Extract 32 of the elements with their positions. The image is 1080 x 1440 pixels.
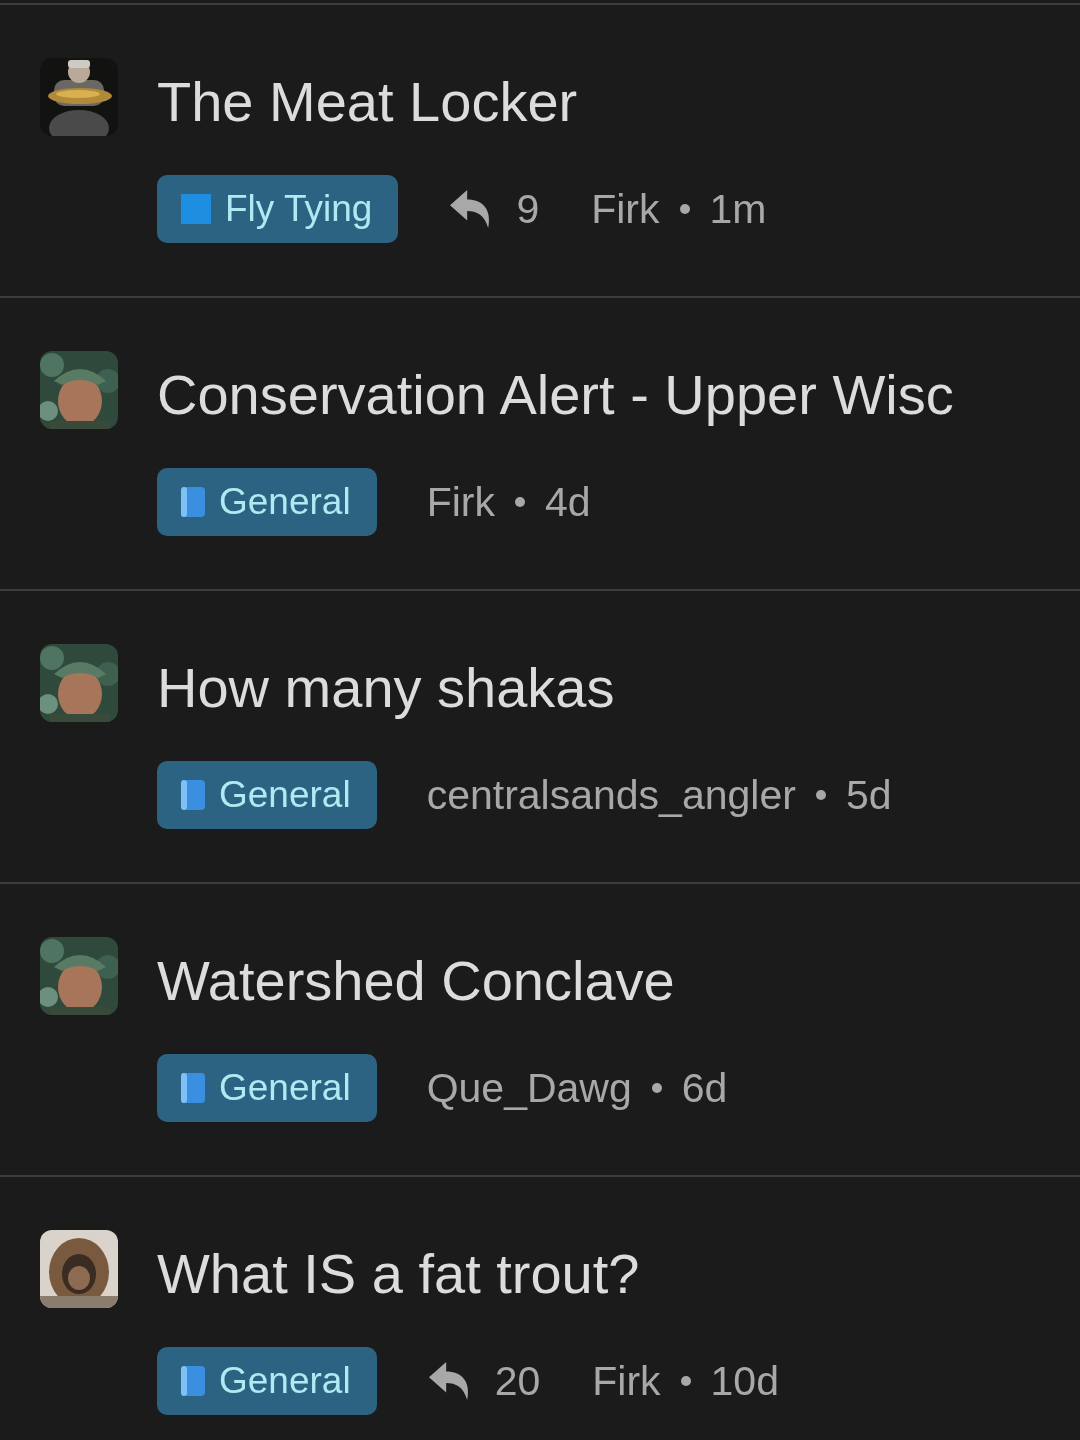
author-name[interactable]: centralsands_angler — [426, 771, 796, 819]
category-badge[interactable]: General — [157, 761, 377, 829]
topic-title[interactable]: Watershed Conclave — [157, 936, 728, 1026]
separator-dot — [651, 1083, 662, 1093]
author-name[interactable]: Firk — [591, 185, 660, 233]
separator-dot — [679, 204, 690, 214]
book-icon — [181, 487, 205, 517]
book-icon — [181, 780, 205, 810]
post-age: 6d — [681, 1064, 728, 1112]
post-age: 10d — [710, 1357, 779, 1405]
topic-title[interactable]: How many shakas — [157, 643, 892, 733]
post-age: 1m — [709, 185, 767, 233]
book-icon — [181, 1073, 205, 1103]
category-badge[interactable]: General — [157, 1347, 377, 1415]
square-icon — [181, 194, 211, 224]
separator-dot — [815, 790, 826, 800]
category-badge[interactable]: General — [157, 1054, 377, 1122]
category-badge[interactable]: General — [157, 468, 377, 536]
topic-title[interactable]: Conservation Alert - Upper Wisc — [157, 350, 954, 440]
separator-dot — [514, 497, 525, 507]
author-name[interactable]: Firk — [426, 478, 495, 526]
author-name[interactable]: Firk — [592, 1357, 661, 1405]
post-age: 4d — [544, 478, 591, 526]
author-name[interactable]: Que_Dawg — [426, 1064, 632, 1112]
book-icon — [181, 1366, 205, 1396]
topic-title[interactable]: The Meat Locker — [157, 57, 767, 147]
reply-count: 20 — [494, 1357, 541, 1405]
post-age: 5d — [845, 771, 892, 819]
category-badge[interactable]: Fly Tying — [157, 175, 399, 243]
separator-dot — [680, 1376, 691, 1386]
topic-title[interactable]: What IS a fat trout? — [157, 1229, 779, 1319]
reply-count: 9 — [516, 185, 540, 233]
